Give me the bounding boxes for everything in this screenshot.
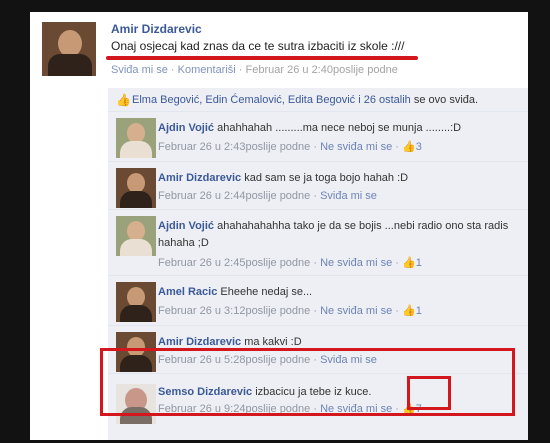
comment: Ajdin Vojić ahahahahahha tako je da se b…	[108, 210, 528, 276]
comment-link[interactable]: Komentariši	[178, 64, 236, 76]
thumbs-up-icon: 👍	[401, 257, 416, 269]
comment-text: ma kakvi :D	[244, 336, 302, 348]
comment-meta: Februar 26 u 2:43poslije podne · Ne sviđ…	[158, 141, 422, 153]
likes-summary: 👍 Elma Begović, Edin Ćemalović, Edita Be…	[108, 88, 528, 112]
unlike-link[interactable]: Ne sviđa mi se	[320, 257, 392, 269]
red-box-annotation	[100, 348, 515, 416]
comment-time[interactable]: Februar 26 u 2:44poslije podne	[158, 190, 310, 202]
comment-meta: Februar 26 u 2:44poslije podne · Sviđa m…	[158, 190, 377, 202]
post-status-text: Onaj osjecaj kad znas da ce te sutra izb…	[111, 39, 405, 53]
commenter-avatar[interactable]	[116, 216, 156, 256]
commenter-avatar[interactable]	[116, 282, 156, 322]
commenter-name[interactable]: Ajdin Vojić	[158, 220, 214, 232]
commenter-name[interactable]: Amir Dizdarevic	[158, 336, 241, 348]
facebook-post-frame: Amir Dizdarevic Onaj osjecaj kad znas da…	[30, 12, 528, 440]
likers-names[interactable]: Elma Begović, Edin Ćemalović, Edita Bego…	[132, 94, 411, 106]
comment-time[interactable]: Februar 26 u 2:43poslije podne	[158, 141, 310, 153]
comment: Ajdin Vojić ahahhahah .........ma nece n…	[108, 112, 528, 162]
comment-meta: Februar 26 u 2:45poslije podne · Ne sviđ…	[158, 257, 422, 269]
post-author[interactable]: Amir Dizdarevic	[111, 22, 202, 36]
comment: Amir Dizdarevic kad sam se ja toga bojo …	[108, 162, 528, 210]
comment: Amel Racic Eheehe nedaj se... Februar 26…	[108, 276, 528, 326]
comment-like-count[interactable]: 👍3	[402, 141, 422, 153]
like-link[interactable]: Sviđa mi se	[111, 64, 168, 76]
comment-time[interactable]: Februar 26 u 3:12poslije podne	[158, 305, 310, 317]
comment-text: Eheehe nedaj se...	[220, 286, 313, 298]
red-underline-annotation	[106, 56, 418, 60]
comment-text: kad sam se ja toga bojo hahah :D	[244, 172, 409, 184]
commenter-name[interactable]: Amel Racic	[158, 286, 217, 298]
thumbs-up-icon: 👍	[401, 141, 416, 153]
commenter-avatar[interactable]	[116, 168, 156, 208]
post-meta: Sviđa mi se · Komentariši · Februar 26 u…	[111, 64, 398, 76]
unlike-link[interactable]: Ne sviđa mi se	[320, 141, 392, 153]
post: Amir Dizdarevic Onaj osjecaj kad znas da…	[30, 12, 528, 92]
like-link[interactable]: Sviđa mi se	[320, 190, 377, 202]
thumbs-up-icon: 👍	[401, 305, 416, 317]
commenter-avatar[interactable]	[116, 118, 156, 158]
comment-like-count[interactable]: 👍1	[402, 305, 422, 317]
comment-time[interactable]: Februar 26 u 2:45poslije podne	[158, 257, 310, 269]
red-box-annotation-likes	[407, 376, 451, 410]
post-timestamp[interactable]: Februar 26 u 2:40poslije podne	[246, 64, 398, 76]
likes-suffix: se ovo sviđa.	[413, 94, 479, 106]
comment-text: ahahhahah .........ma nece neboj se munj…	[217, 122, 462, 134]
commenter-name[interactable]: Ajdin Vojić	[158, 122, 214, 134]
commenter-name[interactable]: Amir Dizdarevic	[158, 172, 241, 184]
unlike-link[interactable]: Ne sviđa mi se	[320, 305, 392, 317]
thumbs-up-icon: 👍	[116, 93, 131, 107]
author-avatar[interactable]	[42, 22, 96, 76]
comment-meta: Februar 26 u 3:12poslije podne · Ne sviđ…	[158, 305, 422, 317]
comment-like-count[interactable]: 👍1	[402, 257, 422, 269]
